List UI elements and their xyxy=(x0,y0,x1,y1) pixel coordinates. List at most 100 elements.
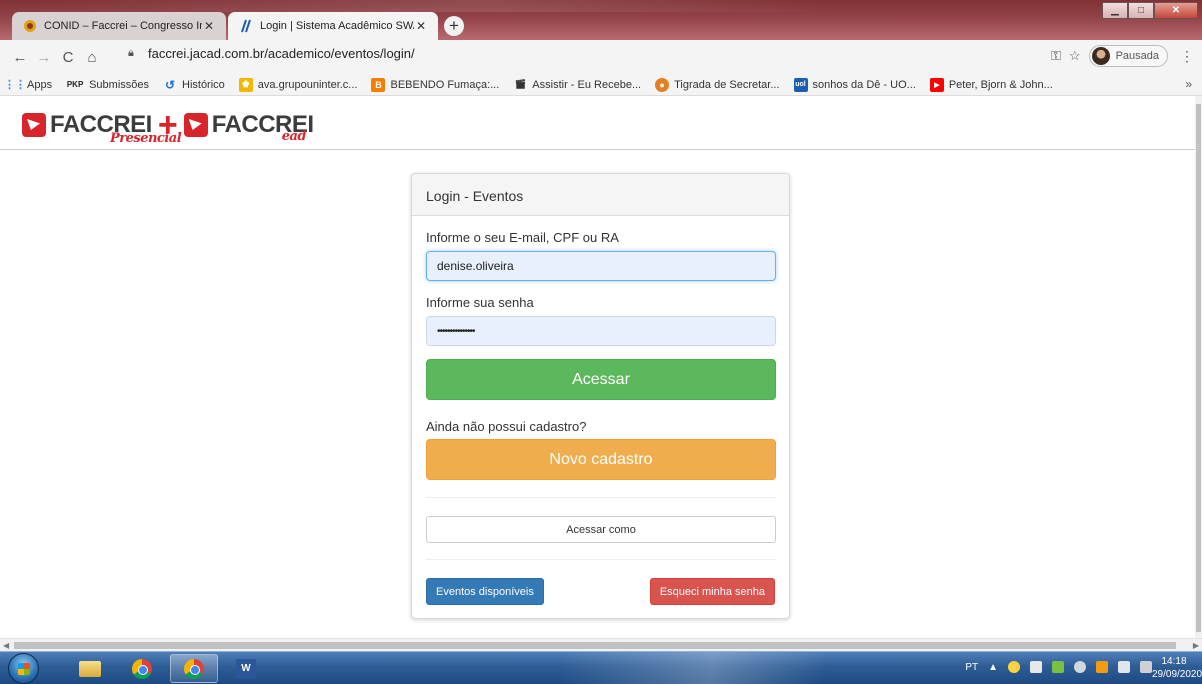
tray-expand-icon[interactable]: ▲ xyxy=(988,662,998,673)
pkp-icon: PKP xyxy=(66,80,84,89)
tab-title: CONID – Faccrei – Congresso Int xyxy=(44,20,202,32)
star-icon[interactable]: ☆ xyxy=(1069,48,1081,64)
bookmark-historico[interactable]: ↺ Histórico xyxy=(163,78,225,92)
tray-sync-icon[interactable] xyxy=(1074,661,1086,673)
taskbar-explorer[interactable] xyxy=(66,654,114,683)
chrome-icon xyxy=(132,658,152,679)
bookmark-submissoes[interactable]: PKP Submissões xyxy=(66,78,149,92)
page-viewport: FACCREI Presencial + FACCREI ead Login -… xyxy=(0,96,1202,638)
close-window-button[interactable]: ✕ xyxy=(1154,2,1198,19)
divider xyxy=(426,497,776,498)
login-panel: Login - Eventos Informe o seu E-mail, CP… xyxy=(411,173,790,619)
panel-title: Login - Eventos xyxy=(412,174,789,216)
vertical-scrollbar[interactable] xyxy=(1195,96,1202,638)
history-icon: ↺ xyxy=(164,77,176,92)
taskbar-chrome-profile[interactable] xyxy=(170,654,218,683)
key-icon[interactable]: ⚿ xyxy=(1051,48,1061,64)
taskbar-chrome[interactable] xyxy=(118,654,166,683)
login-button[interactable]: Acessar xyxy=(426,359,776,400)
user-input-value: denise.oliveira xyxy=(437,259,514,273)
logo-word-ead: FACCREI ead xyxy=(211,111,314,144)
bookmark-uninter[interactable]: ♚ ava.grupouninter.c... xyxy=(238,77,358,92)
tab-title: Login | Sistema Acadêmico SWA xyxy=(260,20,414,32)
bookmark-label: sonhos da Dê - UO... xyxy=(812,78,916,91)
clock-date: 29/09/2020 xyxy=(1152,669,1202,680)
password-input[interactable]: ••••••••••••••• xyxy=(426,316,776,346)
tiger-icon: ● xyxy=(655,77,670,92)
tray-network-icon[interactable] xyxy=(1052,661,1064,673)
system-tray: PT ▲ xyxy=(965,661,1152,673)
logo-word-presencial: FACCREI Presencial xyxy=(50,111,182,146)
toolbar-actions: ⚿ ☆ Pausada ⋮ xyxy=(1051,45,1194,67)
address-bar[interactable]: 🔒︎ faccrei.jacad.com.br/academico/evento… xyxy=(128,46,415,61)
uol-icon: uol xyxy=(793,77,808,92)
avatar xyxy=(1091,47,1110,65)
minimize-button[interactable]: ▁ xyxy=(1102,2,1128,19)
password-label: Informe sua senha xyxy=(426,295,534,310)
reload-icon[interactable]: C xyxy=(56,49,80,66)
bookmark-tigrada[interactable]: ● Tigrada de Secretar... xyxy=(655,77,780,92)
chrome-icon xyxy=(184,658,204,679)
tray-app-icon[interactable] xyxy=(1008,661,1020,673)
bookmark-sonhos[interactable]: uol sonhos da Dê - UO... xyxy=(793,77,916,92)
maximize-button[interactable]: □ xyxy=(1128,2,1154,19)
lock-icon: 🔒︎ xyxy=(128,47,134,59)
scrollbar-thumb[interactable] xyxy=(1196,104,1201,632)
horizontal-scrollbar[interactable]: ◀ ▶ xyxy=(0,638,1202,651)
folder-icon xyxy=(79,660,101,677)
browser-toolbar: ← → C ⌂ 🔒︎ faccrei.jacad.com.br/academic… xyxy=(0,40,1202,74)
faccrei-logo[interactable]: FACCREI Presencial + FACCREI ead xyxy=(22,108,314,146)
taskbar-word[interactable]: W xyxy=(222,654,270,683)
scrollbar-thumb[interactable] xyxy=(14,642,1176,649)
new-tab-button[interactable]: + xyxy=(444,16,464,36)
menu-icon[interactable]: ⋮ xyxy=(1176,48,1194,65)
bookmark-peter[interactable]: ▶ Peter, Bjorn & John... xyxy=(929,77,1053,92)
divider xyxy=(426,559,776,560)
events-button[interactable]: Eventos disponíveis xyxy=(426,578,544,605)
user-input[interactable]: denise.oliveira xyxy=(426,251,776,281)
youtube-icon: ▶ xyxy=(929,77,944,92)
bookmarks-bar: ⋮⋮ Apps PKP Submissões ↺ Histórico ♚ ava… xyxy=(0,74,1202,96)
profile-button[interactable]: Pausada xyxy=(1088,45,1168,67)
start-orb-icon[interactable] xyxy=(8,653,39,684)
tab-close-icon[interactable]: ✕ xyxy=(414,19,428,33)
apps-grid-icon: ⋮⋮ xyxy=(4,79,26,91)
bookmark-assistir[interactable]: 🎬︎ Assistir - Eu Recebe... xyxy=(513,78,642,92)
clock-time: 14:18 xyxy=(1161,656,1187,667)
bookmark-bebendo[interactable]: B BEBENDO Fumaça:... xyxy=(371,77,500,92)
home-icon[interactable]: ⌂ xyxy=(80,49,104,66)
tray-update-icon[interactable] xyxy=(1096,661,1108,673)
clock[interactable]: 14:18 29/09/2020 xyxy=(1152,655,1202,681)
bookmark-label: Peter, Bjorn & John... xyxy=(948,78,1053,91)
browser-tab-strip: CONID – Faccrei – Congresso Int ✕ Login … xyxy=(0,0,1202,40)
bookmark-label: Assistir - Eu Recebe... xyxy=(532,78,642,91)
windows-taskbar: W PT ▲ 14:18 29/09/2020 xyxy=(0,651,1202,684)
bookmark-label: BEBENDO Fumaça:... xyxy=(390,78,500,91)
blogger-icon: B xyxy=(371,77,386,92)
language-indicator[interactable]: PT xyxy=(965,662,978,673)
forgot-password-button[interactable]: Esqueci minha senha xyxy=(649,578,775,605)
forward-icon[interactable]: → xyxy=(32,49,56,66)
bookmark-label: Apps xyxy=(27,78,53,91)
volume-muted-icon[interactable] xyxy=(1140,661,1152,673)
tray-display-icon[interactable] xyxy=(1118,661,1130,673)
faccrei-mark-icon xyxy=(22,113,46,137)
back-icon[interactable]: ← xyxy=(8,49,32,66)
profile-label: Pausada xyxy=(1115,50,1159,62)
access-as-button[interactable]: Acessar como xyxy=(426,516,776,543)
tab-login[interactable]: Login | Sistema Acadêmico SWA ✕ xyxy=(228,12,438,40)
bookmark-label: Tigrada de Secretar... xyxy=(674,78,780,91)
tab-conid[interactable]: CONID – Faccrei – Congresso Int ✕ xyxy=(12,12,226,40)
action-center-icon[interactable] xyxy=(1030,661,1042,673)
word-icon: W xyxy=(236,658,256,679)
bookmark-label: ava.grupouninter.c... xyxy=(257,78,358,91)
signup-button[interactable]: Novo cadastro xyxy=(426,439,776,480)
jacad-favicon-icon xyxy=(238,18,254,34)
window-controls: ▁ □ ✕ xyxy=(1102,2,1198,19)
url-text: faccrei.jacad.com.br/academico/eventos/l… xyxy=(148,46,415,61)
bookmark-apps[interactable]: ⋮⋮ Apps xyxy=(4,78,53,92)
tab-close-icon[interactable]: ✕ xyxy=(202,19,216,33)
bookmark-label: Histórico xyxy=(182,78,225,91)
bookmarks-more-icon[interactable]: » xyxy=(1185,77,1192,91)
user-label: Informe o seu E-mail, CPF ou RA xyxy=(426,230,619,245)
